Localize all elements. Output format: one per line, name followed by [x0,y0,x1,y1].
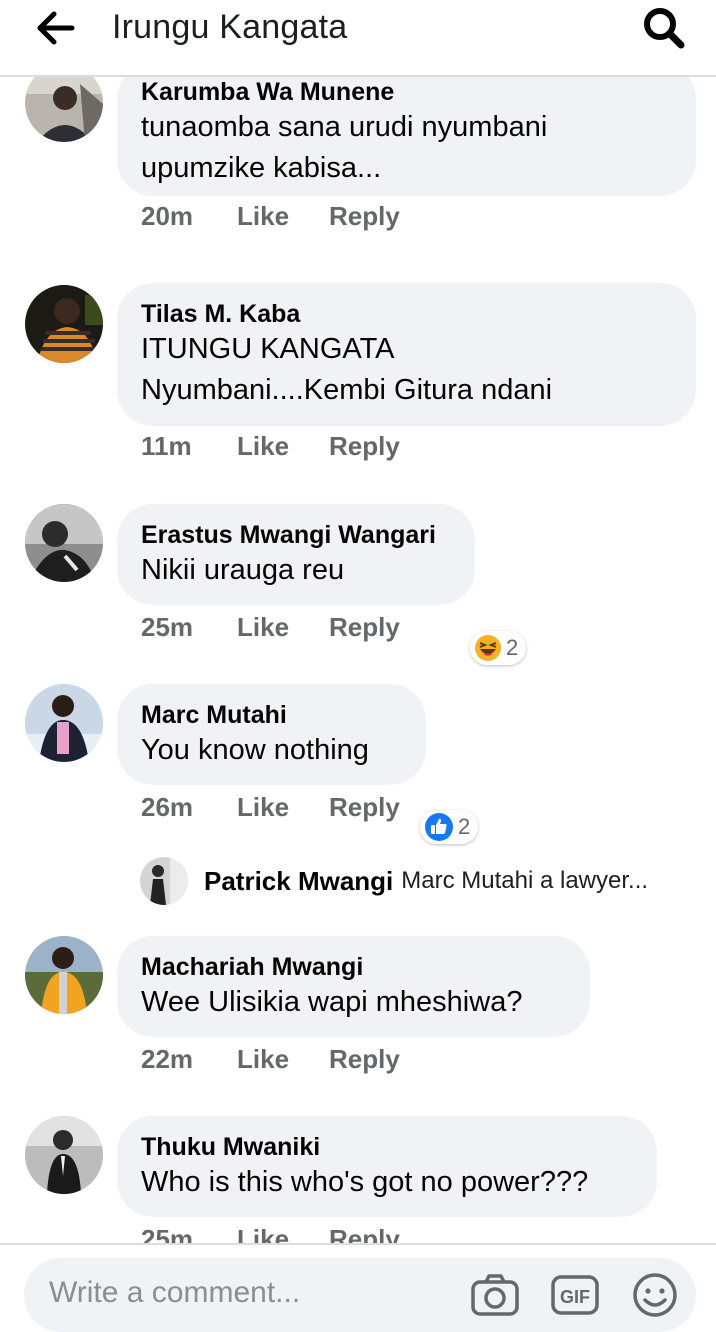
emoji-icon [633,1273,677,1317]
reply-button[interactable]: Reply [329,431,400,462]
comment-time: 25m [141,612,194,642]
comment-input[interactable]: Write a comment... GIF [24,1258,696,1332]
comment-bubble: Thuku Mwaniki Who is this who's got no p… [117,1116,657,1217]
comment-bubble: Machariah Mwangi Wee Ulisikia wapi mhesh… [117,936,590,1037]
like-button[interactable]: Like [237,431,329,462]
avatar[interactable] [140,857,188,905]
comment-text: ITUNGU KANGATA Nyumbani....Kembi Gitura … [141,333,553,406]
like-button[interactable]: Like [237,1224,329,1243]
reply-button[interactable]: Reply [329,612,400,643]
comment-time: 25m [141,1224,194,1243]
reply-button[interactable]: Reply [329,201,400,232]
comment-time: 20m [141,201,194,231]
reply-button[interactable]: Reply [329,792,400,823]
search-icon [644,8,685,49]
comment-text: Who is this who's got no power??? [141,1166,589,1198]
user-photo-icon [25,1116,103,1194]
haha-icon [475,635,501,661]
comment-composer: Write a comment... GIF [0,1243,716,1332]
comment-actions: 11m Like Reply [141,431,400,462]
comment: Machariah Mwangi Wee Ulisikia wapi mhesh… [0,936,716,1086]
comment-bubble: Marc Mutahi You know nothing [117,684,426,785]
avatar[interactable] [25,285,103,363]
page-title: Irungu Kangata [112,8,348,46]
comment-time: 22m [141,1044,194,1074]
comment-author[interactable]: Machariah Mwangi [141,952,566,982]
reaction-summary[interactable]: 2 [470,631,527,665]
avatar[interactable] [25,77,103,142]
emoji-button[interactable] [630,1272,680,1318]
comment-actions: 20m Like Reply [141,201,400,232]
comments-list: Karumba Wa Munene tunaomba sana urudi ny… [0,77,716,1243]
back-arrow-icon [37,11,75,45]
comment-author[interactable]: Erastus Mwangi Wangari [141,520,451,550]
user-photo-icon [25,936,103,1014]
comment-actions: 25m Like Reply [141,612,400,643]
user-photo-icon [25,504,103,582]
like-button[interactable]: Like [237,1044,329,1075]
comment-actions: 22m Like Reply [141,1044,400,1075]
svg-text:GIF: GIF [560,1287,590,1307]
comment: Thuku Mwaniki Who is this who's got no p… [0,1116,716,1243]
like-icon [425,813,453,841]
comment-time: 26m [141,792,194,822]
reply-preview[interactable]: Patrick Mwangi Marc Mutahi a lawyer... [140,856,648,906]
comment-bubble: Erastus Mwangi Wangari Nikii urauga reu [117,504,475,605]
comment-placeholder: Write a comment... [49,1276,301,1309]
comment-bubble: Tilas M. Kaba ITUNGU KANGATA Nyumbani...… [117,283,696,426]
like-button[interactable]: Like [237,201,329,232]
reply-button[interactable]: Reply [329,1044,400,1075]
top-bar: Irungu Kangata [0,0,716,77]
comment-text: Nikii urauga reu [141,554,345,586]
avatar[interactable] [25,936,103,1014]
user-photo-icon [25,77,103,142]
reply-button[interactable]: Reply [329,1224,400,1243]
search-button[interactable] [640,4,690,50]
back-button[interactable] [30,8,82,48]
gif-icon: GIF [551,1275,599,1315]
avatar[interactable] [25,684,103,762]
user-photo-icon [140,857,188,905]
comment-actions: 25m Like Reply [141,1224,400,1243]
camera-icon [471,1274,519,1316]
comment-author[interactable]: Tilas M. Kaba [141,299,672,329]
reaction-count: 2 [506,635,519,660]
comment-text: tunaomba sana urudi nyumbani upumzike ka… [141,111,548,184]
avatar[interactable] [25,1116,103,1194]
user-photo-icon [25,285,103,363]
comment: Karumba Wa Munene tunaomba sana urudi ny… [0,77,716,247]
comment-author[interactable]: Karumba Wa Munene [141,77,672,107]
comment-author[interactable]: Marc Mutahi [141,700,402,730]
comment: Tilas M. Kaba ITUNGU KANGATA Nyumbani...… [0,283,716,463]
comment: Erastus Mwangi Wangari Nikii urauga reu … [0,504,716,665]
avatar[interactable] [25,504,103,582]
comment-text: Wee Ulisikia wapi mheshiwa? [141,986,523,1018]
reaction-count: 2 [458,814,471,839]
like-button[interactable]: Like [237,612,329,643]
reply-author[interactable]: Patrick Mwangi [204,866,393,897]
user-photo-icon [25,684,103,762]
comment-author[interactable]: Thuku Mwaniki [141,1132,633,1162]
reaction-summary[interactable]: 2 [420,810,479,844]
comment-text: You know nothing [141,734,369,766]
comment-actions: 26m Like Reply [141,792,400,823]
comment-time: 11m [141,431,192,461]
like-button[interactable]: Like [237,792,329,823]
comment: Marc Mutahi You know nothing 2 26m Like … [0,684,716,844]
comment-bubble: Karumba Wa Munene tunaomba sana urudi ny… [117,77,696,196]
reply-text: Marc Mutahi a lawyer... [401,867,649,894]
gif-button[interactable]: GIF [550,1272,600,1318]
camera-button[interactable] [470,1272,520,1318]
